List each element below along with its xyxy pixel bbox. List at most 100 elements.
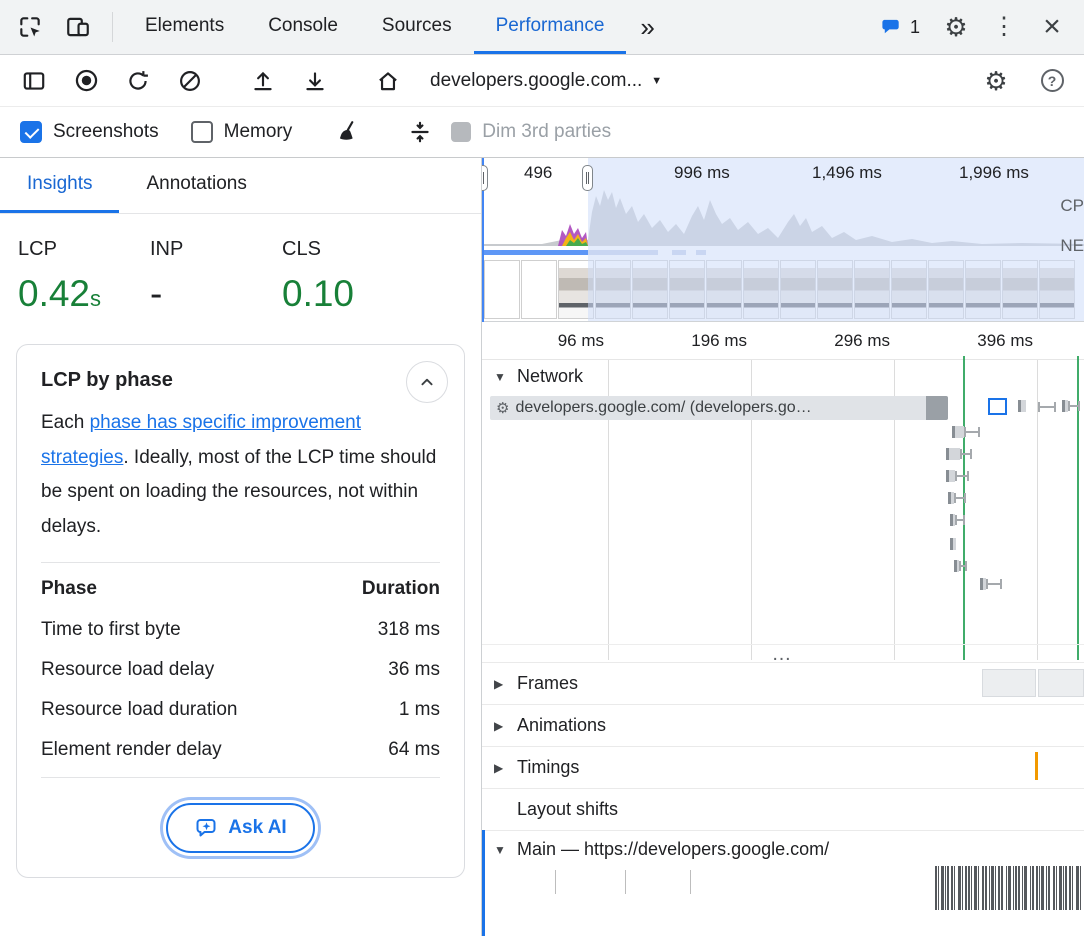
tab-label: Annotations bbox=[146, 173, 246, 195]
close-icon: × bbox=[1043, 12, 1061, 42]
network-request-bar[interactable] bbox=[948, 492, 954, 504]
screenshot-thumbnail[interactable] bbox=[632, 260, 668, 319]
ask-ai-button[interactable]: Ask AI bbox=[166, 803, 314, 853]
layout-shifts-track[interactable]: Layout shifts bbox=[482, 788, 1084, 830]
tab-performance[interactable]: Performance bbox=[474, 0, 627, 54]
card-description: Each phase has specific improvement stra… bbox=[41, 406, 440, 544]
metric-inp[interactable]: INP - bbox=[150, 238, 282, 322]
device-toolbar-button[interactable] bbox=[54, 0, 102, 54]
collect-garbage-button[interactable] bbox=[324, 110, 374, 154]
flame-barcode[interactable] bbox=[935, 866, 1084, 910]
devtools-tabbar: Elements Console Sources Performance » 1… bbox=[0, 0, 1084, 55]
home-icon bbox=[375, 68, 401, 94]
capture-settings-button[interactable]: ⚙ bbox=[970, 58, 1022, 104]
screenshot-thumbnail[interactable] bbox=[595, 260, 631, 319]
network-resize-handle[interactable]: … bbox=[482, 644, 1084, 662]
screenshot-thumbnail[interactable] bbox=[1002, 260, 1038, 319]
network-request-bar[interactable] bbox=[980, 578, 986, 590]
toggle-sidebar-button[interactable] bbox=[8, 58, 60, 104]
screenshot-thumbnail[interactable] bbox=[780, 260, 816, 319]
network-request-bar[interactable] bbox=[946, 448, 960, 460]
console-messages-button[interactable]: 1 bbox=[868, 16, 932, 39]
chevron-down-icon: ▼ bbox=[494, 370, 508, 384]
screenshot-thumbnail[interactable] bbox=[521, 260, 557, 319]
network-request-bar[interactable] bbox=[950, 514, 955, 526]
selected-request-outline[interactable] bbox=[988, 398, 1007, 415]
inspect-element-button[interactable] bbox=[6, 0, 54, 54]
screenshot-thumbnail[interactable] bbox=[965, 260, 1001, 319]
screenshot-thumbnail[interactable] bbox=[854, 260, 890, 319]
load-profile-button[interactable] bbox=[237, 58, 289, 104]
tab-console[interactable]: Console bbox=[246, 0, 360, 54]
help-button[interactable]: ? bbox=[1026, 58, 1078, 104]
tabbar-right-controls: 1 ⚙ ⋮ × bbox=[868, 0, 1084, 54]
network-track-header[interactable]: ▼ Network bbox=[494, 366, 583, 387]
tab-insights[interactable]: Insights bbox=[0, 158, 119, 213]
home-button[interactable] bbox=[362, 58, 414, 104]
settings-button[interactable]: ⚙ bbox=[932, 14, 980, 40]
screenshot-thumbnail[interactable] bbox=[558, 260, 594, 319]
network-track-label: Network bbox=[517, 366, 583, 387]
timeline-overview[interactable]: 496 996 ms 1,496 ms 1,996 ms 2,49 CP NE bbox=[482, 158, 1084, 322]
insights-sidebar: Insights Annotations LCP 0.42s INP - CLS… bbox=[0, 158, 482, 936]
timings-track[interactable]: ▶ Timings bbox=[482, 746, 1084, 788]
track-label: Frames bbox=[517, 673, 578, 694]
chat-icon bbox=[880, 16, 903, 39]
window-resize-handle-right[interactable] bbox=[582, 165, 593, 191]
table-row: Element render delay 64 ms bbox=[41, 730, 440, 778]
network-request-bar[interactable] bbox=[946, 470, 955, 482]
page-selector-dropdown[interactable]: developers.google.com... ▼ bbox=[414, 70, 678, 92]
tab-sources[interactable]: Sources bbox=[360, 0, 474, 54]
network-request-bar[interactable] bbox=[954, 560, 959, 572]
close-devtools-button[interactable]: × bbox=[1028, 12, 1076, 42]
screenshot-thumbnail[interactable] bbox=[1039, 260, 1075, 319]
flame-activity-stripe bbox=[1015, 866, 1017, 910]
screenshot-thumbnail[interactable] bbox=[484, 260, 520, 319]
frame-thumbnail-block[interactable] bbox=[982, 669, 1036, 697]
timing-marker[interactable] bbox=[1035, 752, 1038, 780]
collapse-card-button[interactable] bbox=[406, 361, 448, 403]
frame-thumbnail-block[interactable] bbox=[1038, 669, 1084, 697]
screenshot-thumbnail[interactable] bbox=[706, 260, 742, 319]
sidebar-tabs: Insights Annotations bbox=[0, 158, 481, 214]
screenshot-thumbnail[interactable] bbox=[669, 260, 705, 319]
main-track-header[interactable]: ▼ Main — https://developers.google.com/ bbox=[494, 839, 829, 860]
metric-cls[interactable]: CLS 0.10 bbox=[282, 238, 414, 322]
flame-activity-stripe bbox=[954, 866, 955, 910]
metric-unit: s bbox=[90, 286, 101, 311]
save-profile-button[interactable] bbox=[289, 58, 341, 104]
tab-elements[interactable]: Elements bbox=[123, 0, 246, 54]
network-request-bar[interactable] bbox=[1062, 400, 1068, 412]
record-and-reload-button[interactable] bbox=[112, 58, 164, 104]
more-options-button[interactable]: ⋮ bbox=[980, 15, 1028, 39]
record-icon bbox=[73, 67, 100, 94]
network-request-bar[interactable] bbox=[950, 538, 956, 550]
network-request-chip[interactable]: ⚙ developers.google.com/ (developers.go… bbox=[490, 396, 948, 420]
flame-activity-stripe bbox=[1053, 866, 1055, 910]
cpu-activity-chart bbox=[482, 182, 1084, 246]
more-tabs-button[interactable]: » bbox=[626, 0, 668, 54]
overview-time-label: 996 ms bbox=[674, 163, 730, 183]
flame-activity-stripe bbox=[1022, 866, 1023, 910]
metric-lcp[interactable]: LCP 0.42s bbox=[18, 238, 150, 322]
screenshot-thumbnail[interactable] bbox=[891, 260, 927, 319]
shortcuts-dialog-button[interactable] bbox=[395, 110, 445, 154]
tab-annotations[interactable]: Annotations bbox=[119, 158, 273, 213]
screenshot-thumbnail[interactable] bbox=[928, 260, 964, 319]
memory-checkbox[interactable]: Memory bbox=[191, 121, 293, 143]
network-request-bar[interactable] bbox=[1018, 400, 1026, 412]
flame-activity-stripe bbox=[1006, 866, 1007, 910]
animations-track[interactable]: ▶ Animations bbox=[482, 704, 1084, 746]
record-button[interactable] bbox=[60, 58, 112, 104]
screenshots-checkbox[interactable]: Screenshots bbox=[20, 121, 159, 143]
tab-label: Elements bbox=[145, 15, 224, 37]
compress-icon bbox=[407, 119, 433, 145]
flame-activity-stripe bbox=[998, 866, 1000, 910]
flame-activity-stripe bbox=[962, 866, 963, 910]
screenshot-thumbnail[interactable] bbox=[743, 260, 779, 319]
screenshot-thumbnail[interactable] bbox=[817, 260, 853, 319]
clear-recording-button[interactable] bbox=[164, 58, 216, 104]
metric-value: 0.10 bbox=[282, 273, 354, 314]
window-resize-handle-left[interactable] bbox=[482, 165, 488, 191]
card-title: LCP by phase bbox=[41, 369, 440, 392]
